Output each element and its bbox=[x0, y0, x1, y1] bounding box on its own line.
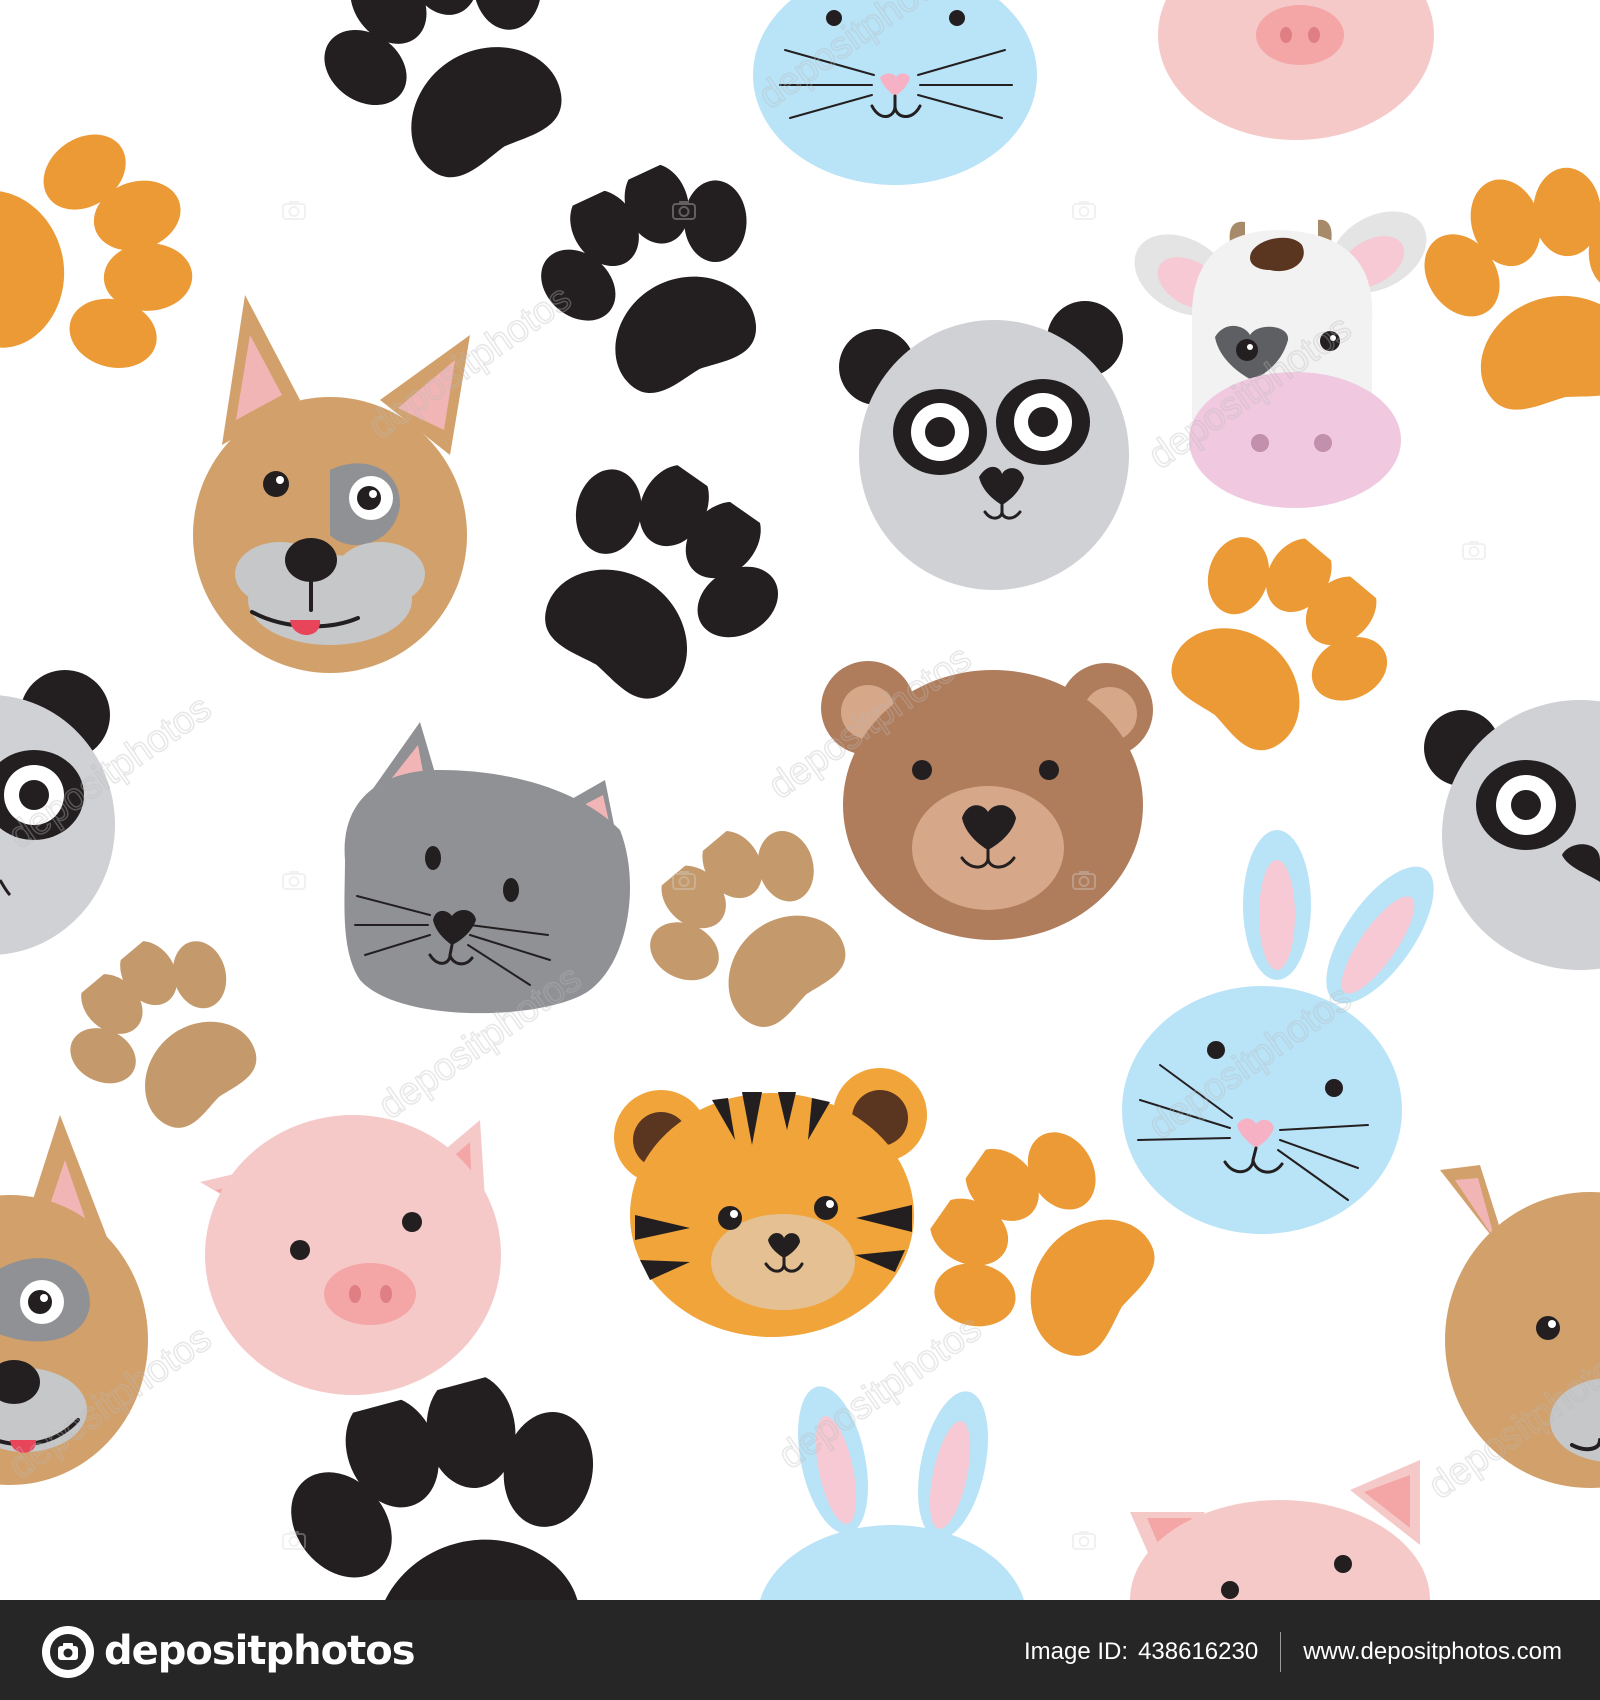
watermark-text: depositphotos bbox=[361, 277, 579, 447]
divider bbox=[1280, 1632, 1282, 1672]
paw-print-orange bbox=[0, 107, 213, 407]
watermark-camera-icon bbox=[1462, 540, 1486, 560]
watermark-camera-icon bbox=[282, 870, 306, 890]
animal-pattern-illustration: depositphotos depositphotos depositphoto… bbox=[0, 0, 1600, 1600]
paw-print-black bbox=[276, 0, 622, 216]
pig-face bbox=[200, 1115, 501, 1395]
brand-logo-text: depositphotos bbox=[104, 1628, 416, 1674]
watermark-camera-icon bbox=[1072, 200, 1096, 220]
image-id-value: 438616230 bbox=[1138, 1638, 1259, 1665]
dog-face bbox=[193, 295, 470, 673]
watermark-camera-icon bbox=[1072, 1530, 1096, 1550]
cat-face bbox=[344, 722, 630, 1014]
paw-print-black bbox=[505, 135, 813, 424]
image-meta: Image ID: 438616230 www.depositphotos.co… bbox=[1024, 1630, 1562, 1674]
pig-face bbox=[1158, 0, 1434, 140]
panda-face-partial-right bbox=[1424, 700, 1600, 970]
depositphotos-logo-icon bbox=[42, 1626, 94, 1678]
tiger-face bbox=[614, 1068, 927, 1337]
panda-face bbox=[839, 301, 1129, 590]
site-url: www.depositphotos.com bbox=[1303, 1638, 1562, 1665]
paw-print-orange bbox=[1123, 492, 1428, 794]
rabbit-face-partial-bottom bbox=[760, 1386, 1024, 1600]
image-id-label: Image ID: bbox=[1024, 1638, 1129, 1665]
stock-footer-bar: depositphotos Image ID: 438616230 www.de… bbox=[0, 1600, 1600, 1700]
paw-print-orange bbox=[1397, 147, 1600, 425]
paw-print-black bbox=[491, 420, 820, 742]
watermark-camera-icon bbox=[282, 200, 306, 220]
pig-face-partial-bottom bbox=[1130, 1460, 1430, 1600]
paw-print-tan bbox=[34, 904, 300, 1165]
